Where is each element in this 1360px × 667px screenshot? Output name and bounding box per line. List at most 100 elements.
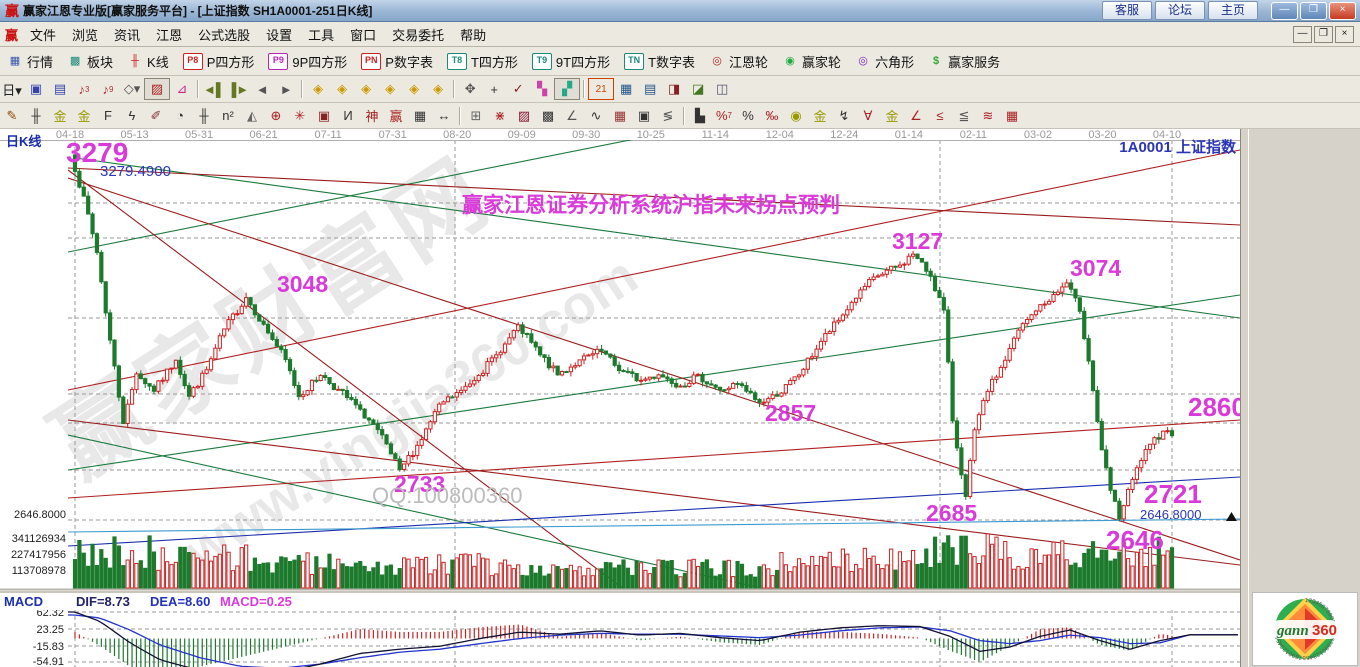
target-icon[interactable]: ⊕ (264, 106, 288, 126)
toolbar-button-sectors[interactable]: ▩ 板块 (60, 50, 120, 73)
panel-divider[interactable] (1242, 129, 1249, 667)
toolbar-button-winner-service[interactable]: $ 赢家服务 (921, 50, 1007, 73)
web-icon[interactable]: ◪ (686, 79, 710, 99)
j-angle-icon[interactable]: ∠ (904, 106, 928, 126)
gold1-icon[interactable]: 金 (48, 106, 72, 126)
toolbar-button-hexagon[interactable]: ◎ 六角形 (848, 50, 921, 73)
first-icon[interactable]: ◄▌ (202, 79, 226, 99)
marker-h-icon[interactable]: ◈ (354, 79, 378, 99)
frame-icon[interactable]: ⊞ (464, 106, 488, 126)
gold-bars-icon[interactable]: 金 (880, 106, 904, 126)
calendar-icon[interactable]: 21 (588, 78, 615, 100)
dark-box-icon[interactable]: ▩ (536, 106, 560, 126)
check-icon[interactable]: ✓ (506, 79, 530, 99)
highlight-icon[interactable]: ▨ (144, 78, 170, 100)
toolbar-button-t-square[interactable]: T8 T四方形 (440, 50, 525, 73)
hand-icon[interactable]: ✥ (458, 79, 482, 99)
chart-panel[interactable]: 赢家财富网 www.yingjia360.com 04-18 05-13 05-31 06… (0, 129, 1240, 667)
child-minimize-button[interactable]: — (1293, 25, 1312, 43)
macd-indicator-label[interactable]: MACD (4, 594, 43, 609)
clock-circle-icon[interactable]: ◔ (168, 106, 192, 126)
puzzle-icon[interactable]: ▞ (554, 78, 581, 100)
info-icon[interactable]: ▤ (48, 79, 72, 99)
last-tool-icon[interactable]: ▦ (1000, 106, 1024, 126)
menu-文件[interactable]: 文件 (22, 25, 64, 44)
width-icon[interactable]: ↔ (432, 106, 456, 126)
gold-eq-icon[interactable]: 金 (808, 106, 832, 126)
grid-a-icon[interactable]: ▦ (608, 106, 632, 126)
spiral-icon[interactable]: ϟ (120, 106, 144, 126)
shen-icon[interactable]: 神 (360, 106, 384, 126)
forall-icon[interactable]: ∀ (856, 106, 880, 126)
restore-button[interactable]: ❐ (1300, 1, 1327, 20)
star-grid-icon[interactable]: ✳ (288, 106, 312, 126)
calculator-icon[interactable]: ▦ (614, 79, 638, 99)
toolbar-button-t-table[interactable]: TN T数字表 (617, 50, 702, 73)
toolbar-button-p-square[interactable]: P8 P四方形 (176, 50, 262, 73)
minimize-button[interactable]: — (1271, 1, 1298, 20)
toolbar-button-p-table[interactable]: PN P数字表 (354, 50, 440, 73)
marker-right-icon[interactable]: ◈ (330, 79, 354, 99)
titlebar-button-service[interactable]: 客服 (1101, 1, 1152, 20)
titlebar-button-forum[interactable]: 论坛 (1154, 1, 1205, 20)
menu-帮助[interactable]: 帮助 (452, 25, 494, 44)
flag-icon[interactable]: ⊿ (170, 79, 194, 99)
child-close-button[interactable]: × (1335, 25, 1354, 43)
menu-资讯[interactable]: 资讯 (106, 25, 148, 44)
toolbar-button-kline[interactable]: ╫ K线 (120, 50, 176, 73)
last-icon[interactable]: ▐► (226, 79, 250, 99)
e-lines-icon[interactable]: ≦ (952, 106, 976, 126)
toolbar-button-winner-wheel[interactable]: ◉ 赢家轮 (775, 50, 848, 73)
bolt-icon[interactable]: ↯ (832, 106, 856, 126)
child-restore-button[interactable]: ❐ (1314, 25, 1333, 43)
shirt-icon[interactable]: ▚ (530, 79, 554, 99)
pencil-icon[interactable]: ✎ (0, 106, 24, 126)
f-lines-icon[interactable]: ≤ (928, 106, 952, 126)
toolbar-button-9p-square[interactable]: P9 9P四方形 (261, 50, 354, 73)
menu-工具[interactable]: 工具 (300, 25, 342, 44)
fan-lines-icon[interactable]: ≋ (976, 106, 1000, 126)
menu-交易委托[interactable]: 交易委托 (384, 25, 452, 44)
pin-dropdown-icon[interactable]: ◇▾ (120, 79, 144, 99)
pct7-icon[interactable]: % 7 (712, 106, 736, 126)
save-icon[interactable]: ◨ (662, 79, 686, 99)
zigzag-icon[interactable]: ∿ (584, 106, 608, 126)
marker-all-icon[interactable]: ◈ (426, 79, 450, 99)
wave-n-icon[interactable]: И (336, 106, 360, 126)
menu-公式选股[interactable]: 公式选股 (190, 25, 258, 44)
angle-tool-icon[interactable]: ◭ (240, 106, 264, 126)
close-button[interactable]: × (1329, 1, 1356, 20)
rays-icon[interactable]: ⋇ (488, 106, 512, 126)
ying-icon[interactable]: 赢 (384, 106, 408, 126)
prev-icon[interactable]: ◄ (250, 79, 274, 99)
marker-left-icon[interactable]: ◈ (306, 79, 330, 99)
next-icon[interactable]: ► (274, 79, 298, 99)
computer-icon[interactable]: ◫ (710, 79, 734, 99)
angle-lines-icon[interactable]: ∠ (560, 106, 584, 126)
menu-窗口[interactable]: 窗口 (342, 25, 384, 44)
f-ruler-icon[interactable]: F (96, 106, 120, 126)
brush-icon[interactable]: ✐ (144, 106, 168, 126)
n2-icon[interactable]: n² (216, 106, 240, 126)
slants-icon[interactable]: ≶ (656, 106, 680, 126)
menu-设置[interactable]: 设置 (258, 25, 300, 44)
gold2-icon[interactable]: 金 (72, 106, 96, 126)
note3-icon[interactable]: ♪ 3 (72, 79, 96, 99)
gold-circle-icon[interactable]: ◉ (784, 106, 808, 126)
toolbar-button-9t-square[interactable]: T9 9T四方形 (525, 50, 617, 73)
ruler-icon[interactable]: ╫ (24, 106, 48, 126)
grid123-icon[interactable]: ▦ (408, 106, 432, 126)
marker-x-icon[interactable]: ◈ (378, 79, 402, 99)
menu-江恩[interactable]: 江恩 (148, 25, 190, 44)
main-chart[interactable]: 赢家财富网www.yingjia360.com04-18 05-13 05-31 06… (0, 129, 1240, 667)
toolbar-button-quotes[interactable]: ▦ 行情 (0, 50, 60, 73)
note9-icon[interactable]: ♪ 9 (96, 79, 120, 99)
box-net-icon[interactable]: ▣ (312, 106, 336, 126)
period-dropdown-icon[interactable]: 日▾ (0, 79, 24, 99)
report-icon[interactable]: ▤ (638, 79, 662, 99)
ruler2-icon[interactable]: ╫ (192, 106, 216, 126)
cross-icon[interactable]: + (482, 79, 506, 99)
permille-icon[interactable]: ‰ (760, 106, 784, 126)
region-icon[interactable]: ▣ (24, 79, 48, 99)
pct-icon[interactable]: % (736, 106, 760, 126)
